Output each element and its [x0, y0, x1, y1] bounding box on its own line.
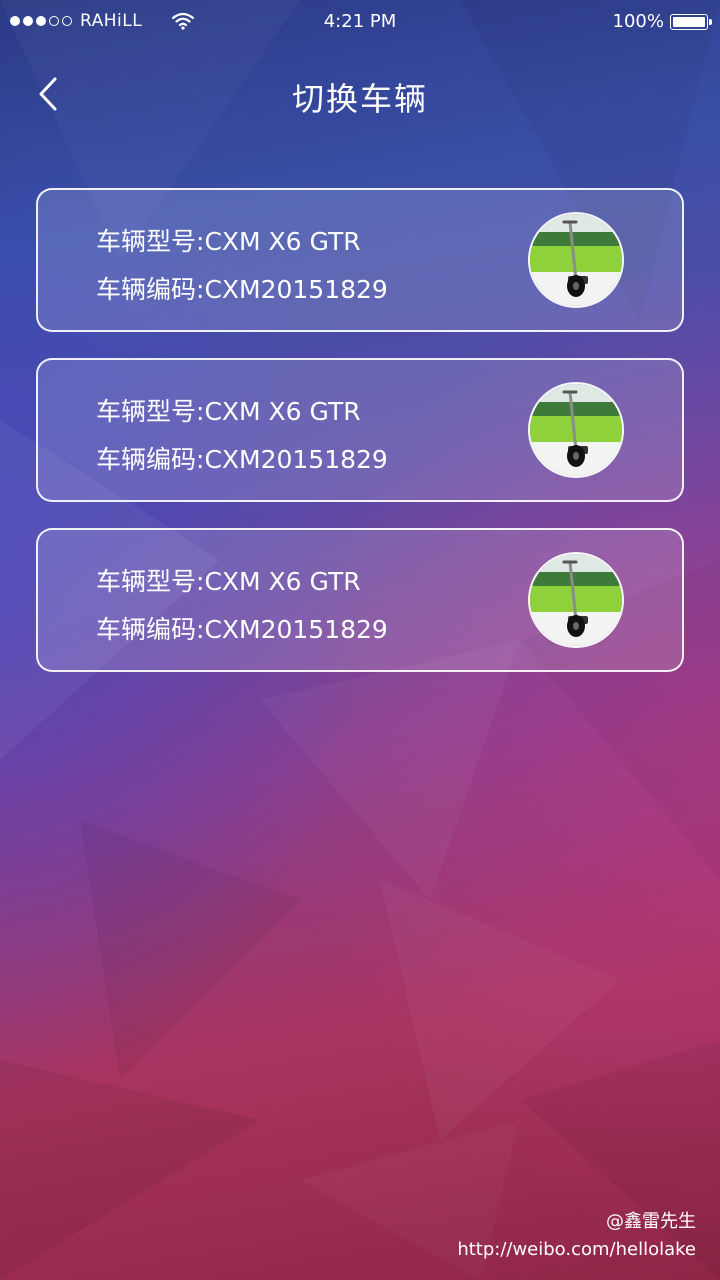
vehicle-model-value: CXM X6 GTR [204, 397, 361, 426]
page-title: 切换车辆 [291, 80, 428, 118]
vehicle-model-line: 车辆型号:CXM X6 GTR [96, 392, 361, 428]
vehicle-code-label: 车辆编码: [96, 445, 205, 474]
vehicle-card[interactable]: 车辆型号:CXM X6 GTR 车辆编码:CXM20151829 [36, 528, 684, 672]
vehicle-model-label: 车辆型号: [96, 227, 205, 256]
vehicle-photo [528, 552, 624, 648]
vehicle-code-value: CXM20151829 [204, 445, 388, 474]
vehicle-card[interactable]: 车辆型号:CXM X6 GTR 车辆编码:CXM20151829 [36, 188, 684, 332]
vehicle-code-value: CXM20151829 [204, 615, 388, 644]
status-bar: RAHiLL 4:21 PM 100% [0, 0, 720, 44]
vehicle-photo [528, 382, 624, 478]
watermark-url: http://weibo.com/hellolake [457, 1239, 696, 1260]
vehicle-code-line: 车辆编码:CXM20151829 [96, 610, 388, 646]
watermark-author: @鑫雷先生 [606, 1211, 696, 1232]
status-right: 100% [612, 11, 712, 32]
vehicle-model-line: 车辆型号:CXM X6 GTR [96, 222, 361, 258]
vehicle-model-value: CXM X6 GTR [204, 227, 361, 256]
vehicle-code-label: 车辆编码: [96, 275, 205, 304]
watermark: @鑫雷先生 http://weibo.com/hellolake [457, 1208, 696, 1264]
vehicle-code-line: 车辆编码:CXM20151829 [96, 440, 388, 476]
vehicle-code-value: CXM20151829 [204, 275, 388, 304]
vehicle-list: 车辆型号:CXM X6 GTR 车辆编码:CXM20151829 车辆型号:CX… [36, 188, 684, 698]
vehicle-code-line: 车辆编码:CXM20151829 [96, 270, 388, 306]
vehicle-model-line: 车辆型号:CXM X6 GTR [96, 562, 361, 598]
vehicle-model-label: 车辆型号: [96, 397, 205, 426]
navigation-bar: 切换车辆 [0, 56, 720, 132]
vehicle-card[interactable]: 车辆型号:CXM X6 GTR 车辆编码:CXM20151829 [36, 358, 684, 502]
vehicle-model-label: 车辆型号: [96, 567, 205, 596]
battery-percentage: 100% [612, 11, 664, 32]
vehicle-model-value: CXM X6 GTR [204, 567, 361, 596]
vehicle-photo [528, 212, 624, 308]
vehicle-code-label: 车辆编码: [96, 615, 205, 644]
battery-icon [670, 13, 712, 30]
